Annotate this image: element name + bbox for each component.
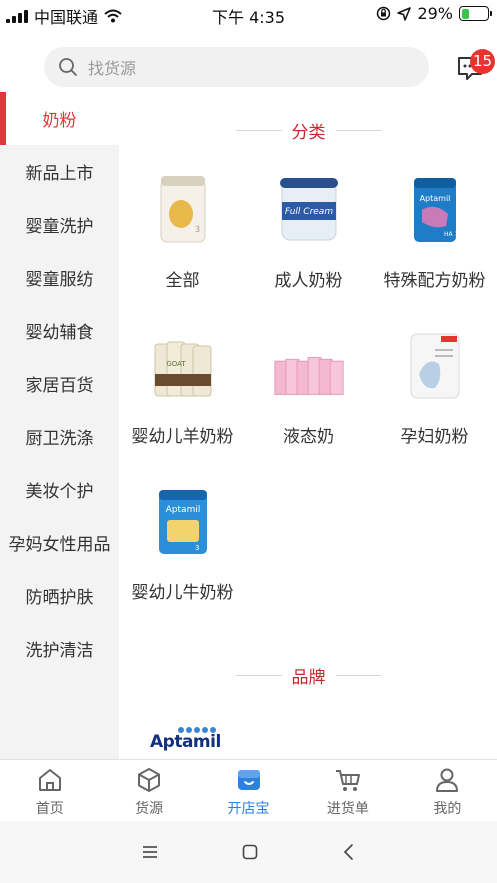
tab-label: 我的 (433, 801, 462, 817)
svg-text:HA 1: HA 1 (444, 231, 458, 238)
bottom-tab-bar: 首页 货源 开店宝 进货单 我的 (0, 759, 497, 821)
sidebar-item-maternity[interactable]: 孕妈女性用品 (0, 516, 119, 569)
sidebar-item-label: 洗护清洁 (25, 641, 94, 661)
sidebar-item-label: 厨卫洗涤 (25, 429, 94, 449)
category-special-formula[interactable]: Aptamil HA 1 特殊配方奶粉 (372, 172, 497, 291)
tab-label: 开店宝 (227, 801, 270, 817)
tab-mine[interactable]: 我的 (398, 760, 497, 821)
search-input[interactable]: 找货源 (44, 47, 429, 87)
sidebar-item-label: 婴幼辅食 (25, 323, 94, 343)
sidebar-item-new-arrivals[interactable]: 新品上市 (0, 145, 119, 198)
gold-formula-can-icon: 3 (147, 172, 219, 244)
status-bar: 中国联通 下午 4:35 29% (0, 0, 497, 30)
sidebar-item-label: 新品上市 (25, 164, 94, 184)
category-label: 成人奶粉 (274, 271, 343, 291)
category-infant-cow-milk[interactable]: Aptamil 3 婴幼儿牛奶粉 (120, 484, 245, 603)
category-label: 孕妇奶粉 (400, 427, 469, 447)
sidebar-item-baby-clothing[interactable]: 婴童服纺 (0, 251, 119, 304)
svg-text:GOAT: GOAT (166, 360, 186, 368)
tab-label: 货源 (135, 801, 164, 817)
section-title-text: 分类 (291, 122, 326, 143)
sidebar-item-kitchen-bath[interactable]: 厨卫洗涤 (0, 410, 119, 463)
pink-milk-boxes-icon (273, 328, 345, 400)
category-label: 液态奶 (283, 427, 334, 447)
sidebar-item-milk-powder[interactable]: 奶粉 (0, 92, 119, 145)
sidebar-item-sunscreen[interactable]: 防晒护肤 (0, 569, 119, 622)
rotation-lock-icon (377, 6, 391, 21)
sidebar-item-label: 婴童服纺 (25, 270, 94, 290)
category-all[interactable]: 3 全部 (120, 172, 245, 291)
divider (335, 129, 381, 131)
divider (236, 674, 282, 676)
tab-label: 进货单 (326, 801, 369, 817)
menu-icon[interactable] (141, 844, 159, 860)
sidebar-item-label: 婴童洗护 (25, 217, 94, 237)
maternal-milk-can-icon (399, 328, 471, 400)
sidebar-item-label: 防晒护肤 (25, 588, 94, 608)
sidebar-item-baby-food[interactable]: 婴幼辅食 (0, 304, 119, 357)
battery-percent: 29% (417, 4, 453, 23)
home-icon (38, 769, 61, 791)
aptamil-can-icon: Aptamil 3 (147, 484, 219, 556)
aptamil-ha-can-icon: Aptamil HA 1 (399, 172, 471, 244)
category-infant-goat-milk[interactable]: GOAT 婴幼儿羊奶粉 (120, 328, 245, 447)
sidebar-item-beauty-care[interactable]: 美妆个护 (0, 463, 119, 516)
sidebar-item-baby-wash[interactable]: 婴童洗护 (0, 198, 119, 251)
system-nav-bar (0, 821, 497, 883)
category-adult-milk[interactable]: Full Cream 成人奶粉 (246, 172, 371, 291)
category-liquid-milk[interactable]: 液态奶 (246, 328, 371, 447)
category-label: 婴幼儿牛奶粉 (131, 583, 234, 603)
section-title-text: 品牌 (291, 667, 326, 688)
svg-text:3: 3 (195, 544, 199, 552)
tab-open-store[interactable]: 开店宝 (199, 760, 298, 821)
battery-icon (459, 6, 492, 21)
user-icon (436, 768, 459, 792)
brand-aptamil[interactable]: Aptamil (150, 732, 221, 752)
category-label: 特殊配方奶粉 (383, 271, 486, 291)
store-icon (237, 770, 260, 790)
goat-milk-cans-icon: GOAT (147, 328, 219, 400)
full-cream-can-icon: Full Cream (273, 172, 345, 244)
sidebar-item-label: 孕妈女性用品 (8, 535, 111, 555)
back-icon[interactable] (342, 843, 356, 861)
divider (236, 129, 282, 131)
cart-icon (335, 770, 360, 791)
svg-text:Aptamil: Aptamil (419, 194, 450, 203)
category-label: 婴幼儿羊奶粉 (131, 427, 234, 447)
cube-icon (138, 768, 161, 792)
svg-text:Full Cream: Full Cream (284, 207, 332, 217)
sidebar-item-label: 家居百货 (25, 376, 94, 396)
sidebar-item-cleaning[interactable]: 洗护清洁 (0, 622, 119, 675)
tab-label: 首页 (35, 801, 64, 817)
sidebar-item-home-goods[interactable]: 家居百货 (0, 357, 119, 410)
message-badge: 15 (470, 49, 496, 74)
search-icon (59, 58, 77, 76)
search-placeholder: 找货源 (88, 59, 137, 78)
tab-supply[interactable]: 货源 (99, 760, 198, 821)
divider (335, 674, 381, 676)
location-arrow-icon (397, 6, 412, 21)
category-section-title: 分类 (236, 120, 381, 143)
sidebar-item-label: 美妆个护 (25, 482, 94, 502)
category-maternal-milk[interactable]: 孕妇奶粉 (372, 328, 497, 447)
brand-section-title: 品牌 (236, 665, 381, 688)
svg-text:Aptamil: Aptamil (165, 505, 200, 515)
category-label: 全部 (165, 271, 200, 291)
svg-text:3: 3 (195, 225, 200, 234)
tab-purchase-list[interactable]: 进货单 (298, 760, 397, 821)
sidebar-item-label: 奶粉 (42, 111, 77, 131)
tab-home[interactable]: 首页 (0, 760, 99, 821)
home-square-icon[interactable] (241, 843, 259, 861)
